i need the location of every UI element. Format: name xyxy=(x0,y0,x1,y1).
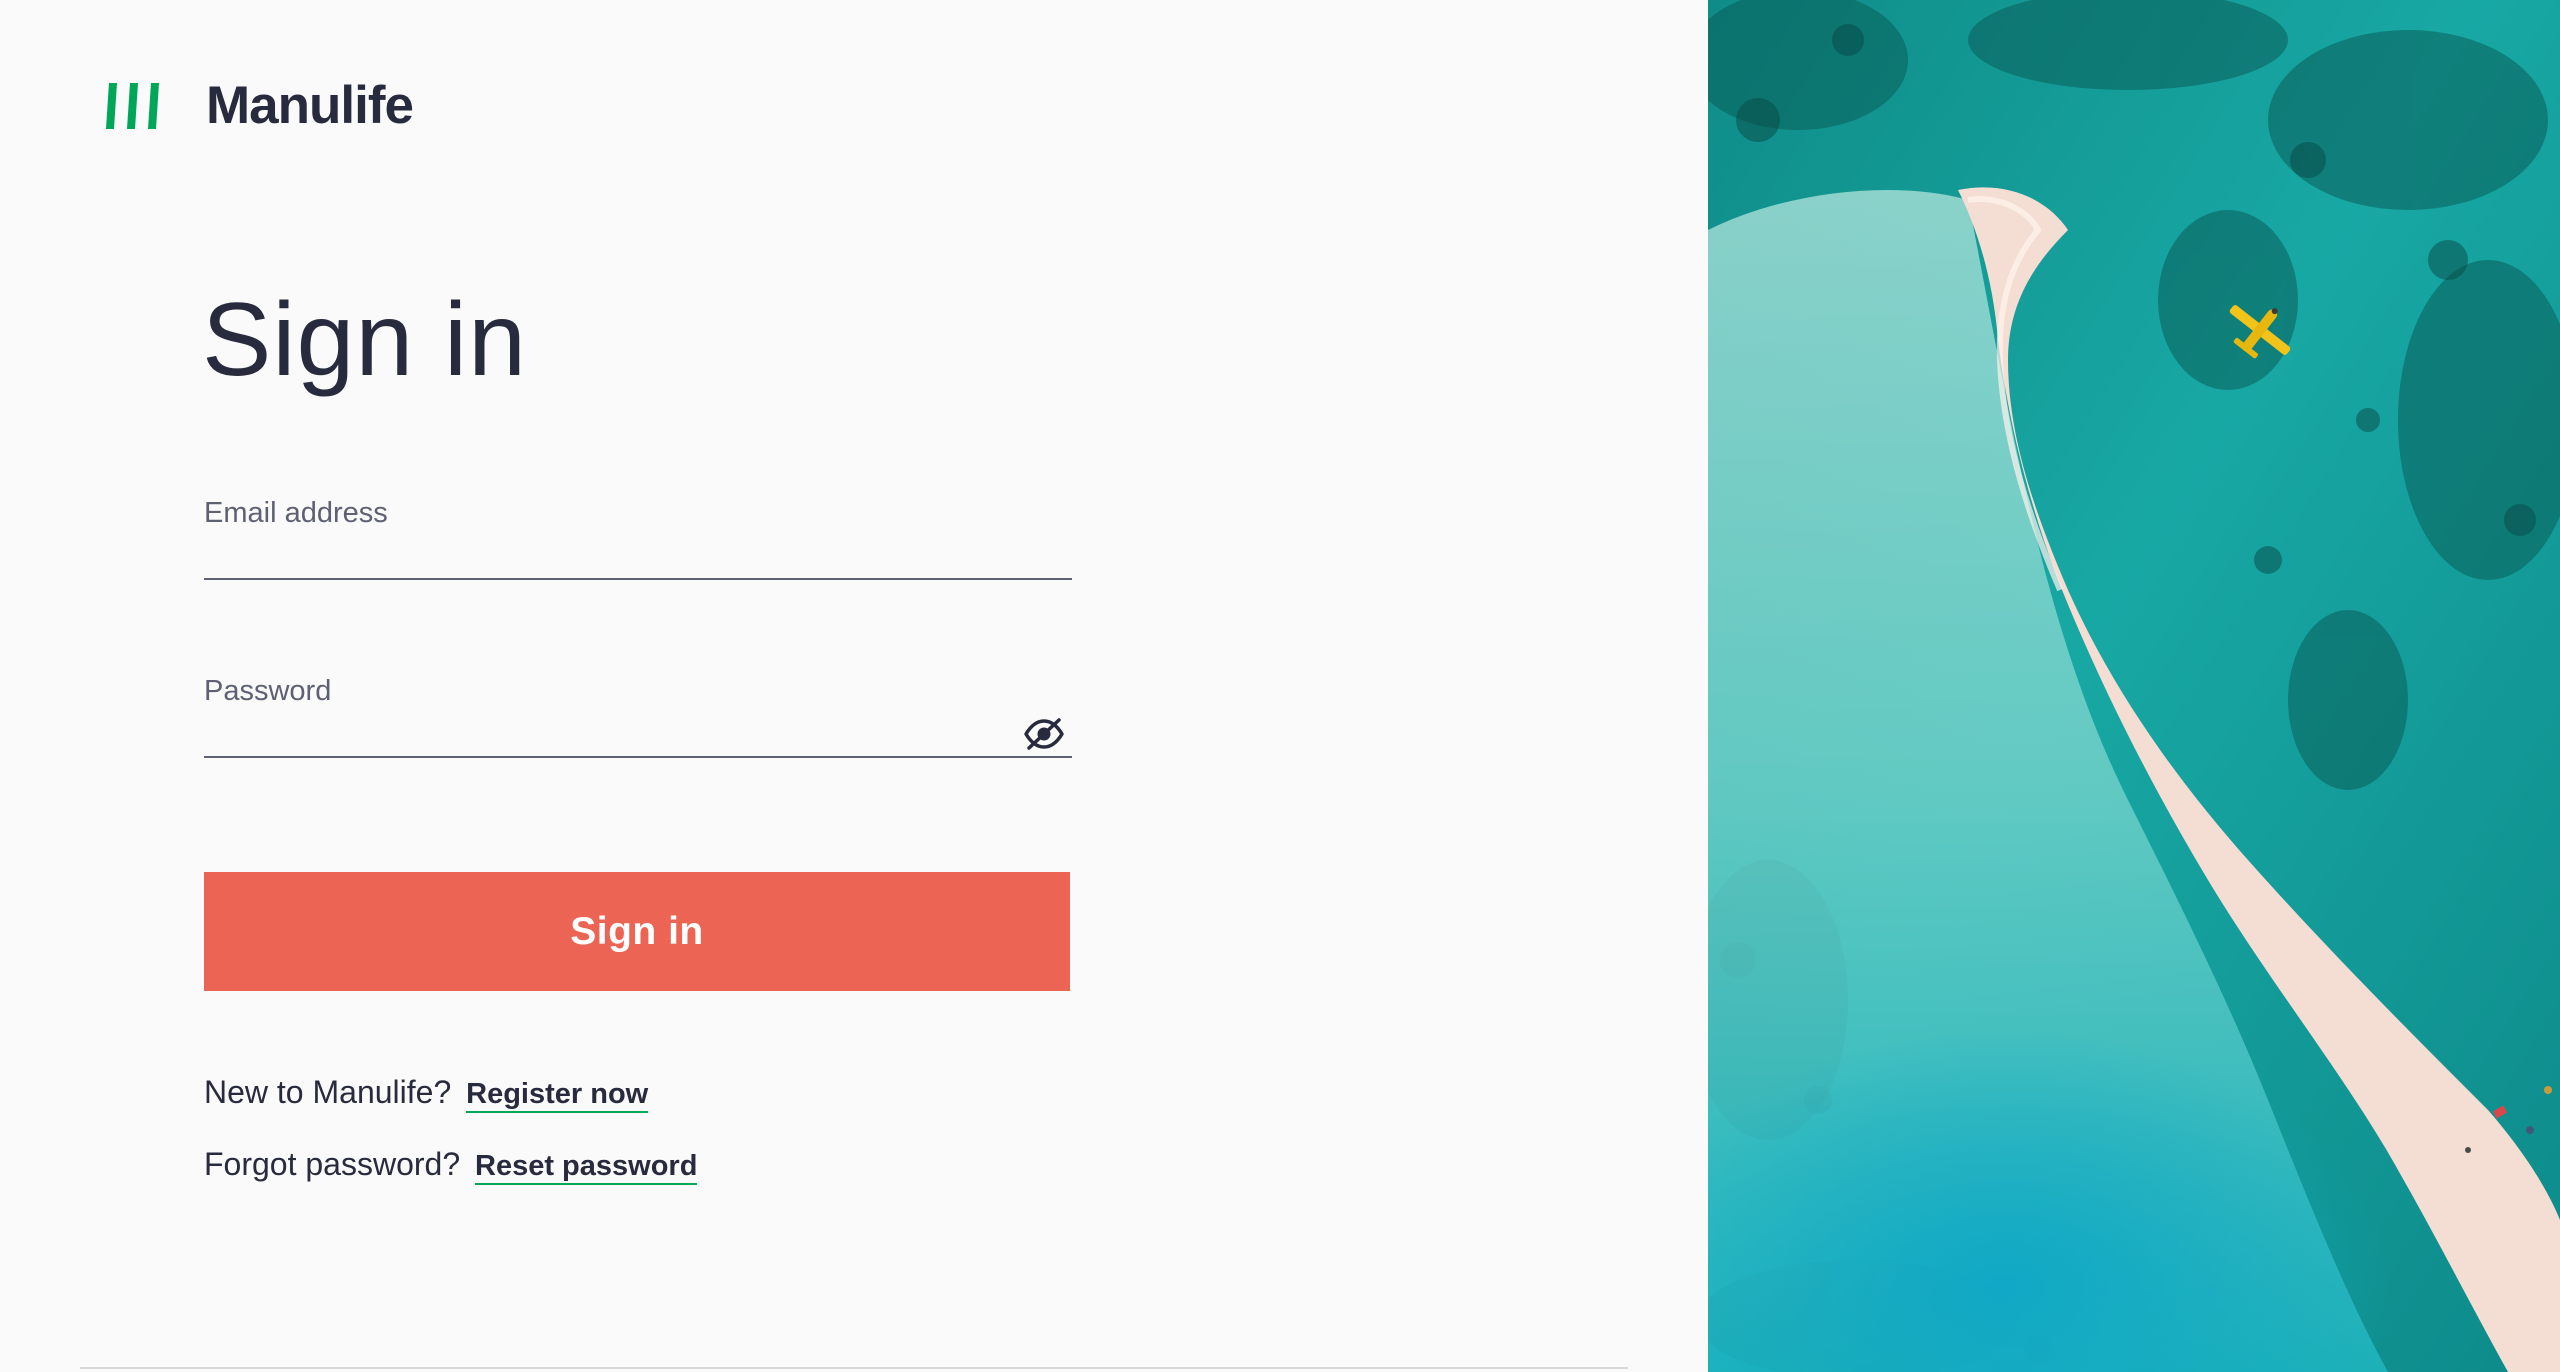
brand-name: Manulife xyxy=(206,76,414,135)
email-input[interactable] xyxy=(204,530,1072,580)
manulife-logo[interactable]: Manulife xyxy=(106,76,414,136)
footer-divider xyxy=(80,1367,1628,1369)
reset-prompt-line: Forgot password? Reset password xyxy=(204,1142,698,1188)
email-field-group: Email address xyxy=(204,496,1072,580)
reset-password-link[interactable]: Reset password xyxy=(475,1150,698,1185)
password-row xyxy=(204,708,1072,758)
page-title: Sign in xyxy=(202,282,527,398)
show-password-toggle[interactable] xyxy=(1022,714,1066,754)
register-prompt-line: New to Manulife? Register now xyxy=(204,1070,649,1116)
password-label: Password xyxy=(204,675,332,707)
manulife-stripes-icon xyxy=(106,83,159,129)
sign-in-panel: Manulife Sign in Email address Password … xyxy=(0,0,1708,1372)
register-now-link[interactable]: Register now xyxy=(466,1078,649,1113)
aerial-beach-photo xyxy=(1708,0,2560,1372)
eye-slash-icon xyxy=(1024,718,1064,750)
register-prompt: New to Manulife? xyxy=(204,1074,452,1110)
password-input[interactable] xyxy=(204,708,1072,758)
sign-in-button[interactable]: Sign in xyxy=(204,872,1070,991)
reset-prompt: Forgot password? xyxy=(204,1146,461,1182)
hero-image xyxy=(1708,0,2560,1372)
email-label: Email address xyxy=(204,497,388,529)
password-field-group: Password xyxy=(204,674,1072,758)
